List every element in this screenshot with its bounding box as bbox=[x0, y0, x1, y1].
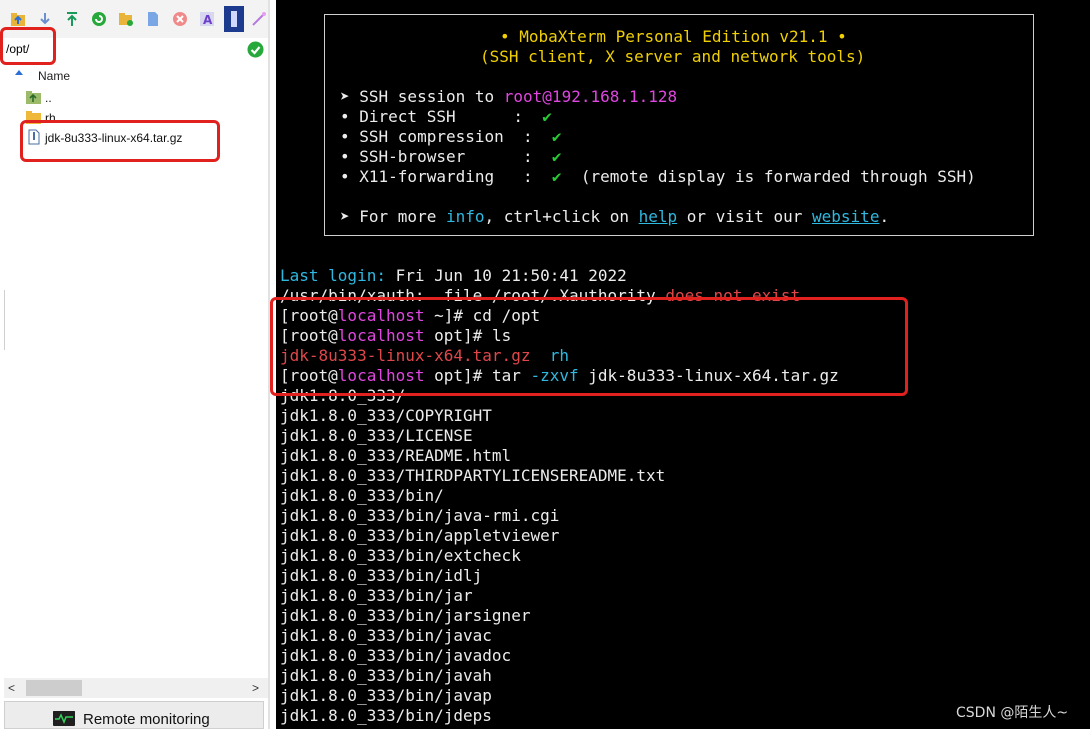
settings-icon[interactable] bbox=[251, 11, 267, 27]
sort-ascending-icon bbox=[15, 70, 23, 75]
scroll-left-icon[interactable]: < bbox=[8, 681, 15, 695]
refresh-icon[interactable] bbox=[91, 11, 107, 27]
parent-folder-icon bbox=[26, 91, 41, 104]
check-icon: ✔ bbox=[551, 167, 562, 186]
tar-output-line: jdk1.8.0_333/bin/javadoc bbox=[280, 646, 512, 665]
tar-output-line: jdk1.8.0_333/bin/javah bbox=[280, 666, 492, 685]
last-login-line: Last login: Fri Jun 10 21:50:41 2022 bbox=[280, 266, 627, 285]
banner-more-line: ➤ For more info, ctrl+click on help or v… bbox=[340, 207, 890, 226]
feature-ssh-compression: • SSH compression : ✔ bbox=[340, 127, 562, 146]
tar-output-line: jdk1.8.0_333/bin/idlj bbox=[280, 566, 483, 585]
column-name-label[interactable]: Name bbox=[38, 69, 70, 83]
tar-output-line: jdk1.8.0_333/README.html bbox=[280, 446, 512, 465]
banner-subtitle: (SSH client, X server and network tools) bbox=[480, 47, 866, 66]
tar-output-line: jdk1.8.0_333/bin/extcheck bbox=[280, 546, 521, 565]
parent-folder-icon[interactable] bbox=[10, 11, 26, 27]
new-file-icon[interactable] bbox=[145, 11, 161, 27]
info-link[interactable]: info bbox=[446, 207, 485, 226]
rename-icon[interactable]: A bbox=[199, 11, 215, 27]
new-folder-icon[interactable] bbox=[118, 11, 134, 27]
remote-monitoring-label: Remote monitoring bbox=[83, 711, 210, 728]
tar-output-line: jdk1.8.0_333/bin/jdeps bbox=[280, 706, 492, 725]
monitor-icon bbox=[53, 711, 75, 726]
file-browser-panel: A Name .. rh jdk-8u333-linux-x64.tar.gz … bbox=[0, 0, 270, 729]
highlight-archive-file bbox=[20, 120, 220, 162]
tar-output-line: jdk1.8.0_333/bin/appletviewer bbox=[280, 526, 560, 545]
upload-icon[interactable] bbox=[64, 11, 80, 27]
banner-session-line: ➤ SSH session to root@192.168.1.128 bbox=[340, 87, 678, 106]
check-icon: ✔ bbox=[551, 147, 562, 166]
feature-direct-ssh: • Direct SSH : ✔ bbox=[340, 107, 552, 126]
check-icon: ✔ bbox=[551, 127, 562, 146]
horizontal-scrollbar[interactable]: < > bbox=[4, 678, 268, 698]
tar-output-line: jdk1.8.0_333/bin/jarsigner bbox=[280, 606, 531, 625]
scrollbar-thumb[interactable] bbox=[26, 680, 82, 696]
divider bbox=[4, 290, 5, 350]
help-link[interactable]: help bbox=[639, 207, 678, 226]
properties-icon[interactable] bbox=[224, 6, 244, 32]
delete-icon[interactable] bbox=[172, 11, 188, 27]
welcome-banner: • MobaXterm Personal Edition v21.1 • (SS… bbox=[324, 14, 1034, 236]
banner-title: • MobaXterm Personal Edition v21.1 • bbox=[500, 27, 847, 46]
highlight-path bbox=[0, 27, 56, 65]
feature-ssh-browser: • SSH-browser : ✔ bbox=[340, 147, 562, 166]
website-link[interactable]: website bbox=[812, 207, 879, 226]
tar-output-line: jdk1.8.0_333/bin/javac bbox=[280, 626, 492, 645]
feature-x11-forwarding: • X11-forwarding : ✔ (remote display is … bbox=[340, 167, 976, 186]
download-icon[interactable] bbox=[37, 11, 53, 27]
tar-output-line: jdk1.8.0_333/LICENSE bbox=[280, 426, 473, 445]
tar-output-line: jdk1.8.0_333/bin/jar bbox=[280, 586, 473, 605]
watermark: CSDN @陌生人~ bbox=[956, 705, 1069, 721]
tar-output-line: jdk1.8.0_333/THIRDPARTYLICENSEREADME.txt bbox=[280, 466, 666, 485]
tar-output-line: jdk1.8.0_333/bin/ bbox=[280, 486, 444, 505]
tar-output-line: jdk1.8.0_333/COPYRIGHT bbox=[280, 406, 492, 425]
scroll-right-icon[interactable]: > bbox=[252, 681, 259, 695]
session-host: root@192.168.1.128 bbox=[503, 87, 678, 106]
confirm-path-icon[interactable] bbox=[247, 41, 264, 58]
file-row-parent[interactable]: .. bbox=[0, 88, 268, 108]
highlight-commands bbox=[270, 297, 908, 396]
tar-output-line: jdk1.8.0_333/bin/javap bbox=[280, 686, 492, 705]
svg-text:A: A bbox=[203, 13, 213, 27]
file-row-label: .. bbox=[45, 91, 52, 105]
tar-output-line: jdk1.8.0_333/bin/java-rmi.cgi bbox=[280, 506, 560, 525]
check-icon: ✔ bbox=[542, 107, 552, 126]
remote-monitoring-button[interactable]: Remote monitoring bbox=[4, 701, 264, 729]
